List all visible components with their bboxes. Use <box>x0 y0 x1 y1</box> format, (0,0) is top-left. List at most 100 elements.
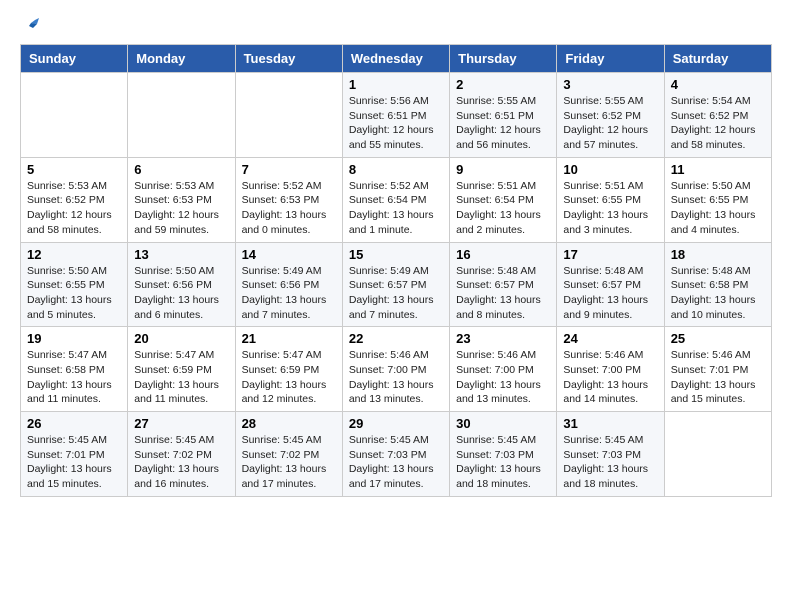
day-number: 1 <box>349 77 443 92</box>
day-info: Sunrise: 5:50 AM Sunset: 6:55 PM Dayligh… <box>671 179 765 238</box>
day-number: 17 <box>563 247 657 262</box>
day-info: Sunrise: 5:47 AM Sunset: 6:59 PM Dayligh… <box>242 348 336 407</box>
day-number: 26 <box>27 416 121 431</box>
day-info: Sunrise: 5:49 AM Sunset: 6:57 PM Dayligh… <box>349 264 443 323</box>
calendar-cell: 13 Sunrise: 5:50 AM Sunset: 6:56 PM Dayli… <box>128 242 235 327</box>
day-number: 15 <box>349 247 443 262</box>
weekday-friday: Friday <box>557 45 664 73</box>
weekday-saturday: Saturday <box>664 45 771 73</box>
weekday-sunday: Sunday <box>21 45 128 73</box>
weekday-thursday: Thursday <box>450 45 557 73</box>
calendar-cell: 5Sunrise: 5:53 AM Sunset: 6:52 PM Daylig… <box>21 157 128 242</box>
calendar-cell: 19Sunrise: 5:47 AM Sunset: 6:58 PM Dayli… <box>21 327 128 412</box>
week-row-3: 12 Sunrise: 5:50 AM Sunset: 6:55 PM Dayli… <box>21 242 772 327</box>
day-info: Sunrise: 5:45 AM Sunset: 7:03 PM Dayligh… <box>563 433 657 492</box>
day-number: 3 <box>563 77 657 92</box>
day-number: 13 <box>134 247 228 262</box>
day-number: 29 <box>349 416 443 431</box>
day-number: 16 <box>456 247 550 262</box>
day-info: Sunrise: 5:56 AM Sunset: 6:51 PM Dayligh… <box>349 94 443 153</box>
calendar-cell: 12 Sunrise: 5:50 AM Sunset: 6:55 PM Dayli… <box>21 242 128 327</box>
calendar-cell <box>664 412 771 497</box>
day-info: Sunrise: 5:48 AM Sunset: 6:57 PM Dayligh… <box>563 264 657 323</box>
day-number: 4 <box>671 77 765 92</box>
day-info: Sunrise: 5:48 AM Sunset: 6:58 PM Dayligh… <box>671 264 765 323</box>
day-info: Sunrise: 5:55 AM Sunset: 6:51 PM Dayligh… <box>456 94 550 153</box>
calendar-cell <box>235 73 342 158</box>
day-number: 2 <box>456 77 550 92</box>
day-number: 24 <box>563 331 657 346</box>
day-number: 27 <box>134 416 228 431</box>
calendar-cell: 9 Sunrise: 5:51 AM Sunset: 6:54 PM Daylig… <box>450 157 557 242</box>
day-info: Sunrise: 5:50 AM Sunset: 6:55 PM Dayligh… <box>27 264 121 323</box>
logo-bird-icon <box>21 16 39 34</box>
day-number: 23 <box>456 331 550 346</box>
day-info: Sunrise: 5:54 AM Sunset: 6:52 PM Dayligh… <box>671 94 765 153</box>
calendar-cell: 6 Sunrise: 5:53 AM Sunset: 6:53 PM Daylig… <box>128 157 235 242</box>
day-number: 21 <box>242 331 336 346</box>
day-number: 20 <box>134 331 228 346</box>
day-info: Sunrise: 5:47 AM Sunset: 6:58 PM Dayligh… <box>27 348 121 407</box>
day-info: Sunrise: 5:45 AM Sunset: 7:02 PM Dayligh… <box>242 433 336 492</box>
calendar-cell: 10Sunrise: 5:51 AM Sunset: 6:55 PM Dayli… <box>557 157 664 242</box>
calendar-cell: 29Sunrise: 5:45 AM Sunset: 7:03 PM Dayli… <box>342 412 449 497</box>
day-info: Sunrise: 5:46 AM Sunset: 7:01 PM Dayligh… <box>671 348 765 407</box>
calendar-body: 1 Sunrise: 5:56 AM Sunset: 6:51 PM Daylig… <box>21 73 772 497</box>
calendar-cell <box>21 73 128 158</box>
day-number: 28 <box>242 416 336 431</box>
weekday-header-row: SundayMondayTuesdayWednesdayThursdayFrid… <box>21 45 772 73</box>
day-info: Sunrise: 5:52 AM Sunset: 6:54 PM Dayligh… <box>349 179 443 238</box>
calendar-cell: 28 Sunrise: 5:45 AM Sunset: 7:02 PM Dayli… <box>235 412 342 497</box>
day-info: Sunrise: 5:52 AM Sunset: 6:53 PM Dayligh… <box>242 179 336 238</box>
day-number: 22 <box>349 331 443 346</box>
calendar-cell: 24 Sunrise: 5:46 AM Sunset: 7:00 PM Dayli… <box>557 327 664 412</box>
calendar-cell: 16Sunrise: 5:48 AM Sunset: 6:57 PM Dayli… <box>450 242 557 327</box>
day-number: 31 <box>563 416 657 431</box>
calendar-cell: 8 Sunrise: 5:52 AM Sunset: 6:54 PM Daylig… <box>342 157 449 242</box>
weekday-wednesday: Wednesday <box>342 45 449 73</box>
calendar-cell: 20Sunrise: 5:47 AM Sunset: 6:59 PM Dayli… <box>128 327 235 412</box>
calendar-cell: 17 Sunrise: 5:48 AM Sunset: 6:57 PM Dayli… <box>557 242 664 327</box>
calendar-cell: 25 Sunrise: 5:46 AM Sunset: 7:01 PM Dayli… <box>664 327 771 412</box>
calendar-cell: 30Sunrise: 5:45 AM Sunset: 7:03 PM Dayli… <box>450 412 557 497</box>
day-number: 14 <box>242 247 336 262</box>
week-row-1: 1 Sunrise: 5:56 AM Sunset: 6:51 PM Daylig… <box>21 73 772 158</box>
week-row-2: 5Sunrise: 5:53 AM Sunset: 6:52 PM Daylig… <box>21 157 772 242</box>
day-info: Sunrise: 5:45 AM Sunset: 7:02 PM Dayligh… <box>134 433 228 492</box>
calendar-cell: 21 Sunrise: 5:47 AM Sunset: 6:59 PM Dayli… <box>235 327 342 412</box>
day-number: 7 <box>242 162 336 177</box>
day-info: Sunrise: 5:53 AM Sunset: 6:53 PM Dayligh… <box>134 179 228 238</box>
day-number: 6 <box>134 162 228 177</box>
weekday-tuesday: Tuesday <box>235 45 342 73</box>
calendar-table: SundayMondayTuesdayWednesdayThursdayFrid… <box>20 44 772 497</box>
day-info: Sunrise: 5:55 AM Sunset: 6:52 PM Dayligh… <box>563 94 657 153</box>
calendar-cell: 11 Sunrise: 5:50 AM Sunset: 6:55 PM Dayli… <box>664 157 771 242</box>
calendar-cell <box>128 73 235 158</box>
calendar-cell: 23Sunrise: 5:46 AM Sunset: 7:00 PM Dayli… <box>450 327 557 412</box>
day-number: 11 <box>671 162 765 177</box>
day-info: Sunrise: 5:50 AM Sunset: 6:56 PM Dayligh… <box>134 264 228 323</box>
day-number: 9 <box>456 162 550 177</box>
day-info: Sunrise: 5:51 AM Sunset: 6:55 PM Dayligh… <box>563 179 657 238</box>
calendar-cell: 15 Sunrise: 5:49 AM Sunset: 6:57 PM Dayli… <box>342 242 449 327</box>
day-number: 18 <box>671 247 765 262</box>
day-info: Sunrise: 5:45 AM Sunset: 7:01 PM Dayligh… <box>27 433 121 492</box>
day-info: Sunrise: 5:51 AM Sunset: 6:54 PM Dayligh… <box>456 179 550 238</box>
day-info: Sunrise: 5:46 AM Sunset: 7:00 PM Dayligh… <box>563 348 657 407</box>
calendar-cell: 2 Sunrise: 5:55 AM Sunset: 6:51 PM Daylig… <box>450 73 557 158</box>
day-number: 30 <box>456 416 550 431</box>
day-info: Sunrise: 5:49 AM Sunset: 6:56 PM Dayligh… <box>242 264 336 323</box>
day-number: 12 <box>27 247 121 262</box>
calendar-cell: 14 Sunrise: 5:49 AM Sunset: 6:56 PM Dayli… <box>235 242 342 327</box>
day-number: 5 <box>27 162 121 177</box>
calendar-cell: 31 Sunrise: 5:45 AM Sunset: 7:03 PM Dayli… <box>557 412 664 497</box>
calendar-cell: 27 Sunrise: 5:45 AM Sunset: 7:02 PM Dayli… <box>128 412 235 497</box>
calendar-cell: 1 Sunrise: 5:56 AM Sunset: 6:51 PM Daylig… <box>342 73 449 158</box>
day-number: 8 <box>349 162 443 177</box>
day-number: 25 <box>671 331 765 346</box>
weekday-monday: Monday <box>128 45 235 73</box>
calendar-cell: 7 Sunrise: 5:52 AM Sunset: 6:53 PM Daylig… <box>235 157 342 242</box>
week-row-4: 19Sunrise: 5:47 AM Sunset: 6:58 PM Dayli… <box>21 327 772 412</box>
calendar-cell: 22Sunrise: 5:46 AM Sunset: 7:00 PM Dayli… <box>342 327 449 412</box>
page-header <box>20 20 772 34</box>
